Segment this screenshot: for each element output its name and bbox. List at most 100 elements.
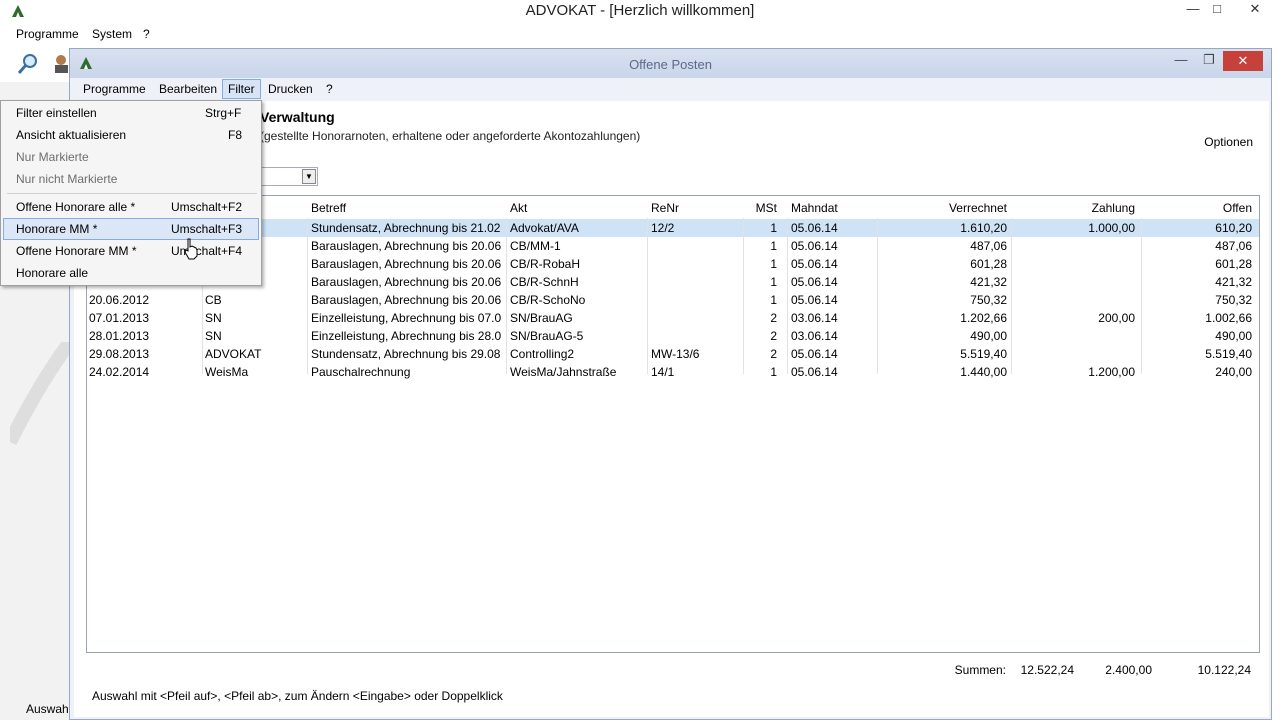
col-header-offen[interactable]: Offen <box>1147 199 1252 217</box>
cell-mahndat: 05.06.14 <box>791 221 838 235</box>
cell-mst: 2 <box>770 347 777 361</box>
table-row[interactable]: 07.01.2013 SN Einzelleistung, Abrechnung b… <box>87 309 1259 327</box>
cell-mahndat: 05.06.14 <box>791 257 838 271</box>
cell-mst: 2 <box>770 329 777 343</box>
cell-zahlung: 1.000,00 <box>1088 221 1135 235</box>
col-divider <box>1011 218 1012 374</box>
status-bar-text: Auswahl mit <Pfeil auf>, <Pfeil ab>, zum… <box>92 689 503 703</box>
cell-renr: 12/2 <box>651 221 675 235</box>
summary-row: Summen: 12.522,24 2.400,00 10.122,24 <box>86 661 1260 679</box>
col-divider <box>787 218 788 374</box>
search-icon[interactable] <box>16 52 40 76</box>
menu-filter[interactable]: Filter <box>222 79 261 99</box>
menu-item-nur-markierte: Nur Markierte <box>16 150 89 164</box>
cell-offen: 601,28 <box>1215 257 1252 271</box>
maximize-button[interactable]: □ <box>1202 0 1232 20</box>
main-title-bar: ADVOKAT - [Herzlich willkommen] — □ ✕ <box>0 0 1280 22</box>
cell-betreff: Barauslagen, Abrechnung bis 20.06 <box>311 275 502 289</box>
menu-item-offene-honorare-mm[interactable]: Offene Honorare MM * Umschalt+F4 <box>3 240 259 262</box>
cell-bearbeiter: SN <box>205 329 222 343</box>
menu-item-honorare-mm[interactable]: Honorare MM * Umschalt+F3 <box>3 218 259 240</box>
cell-akt: CB/MM-1 <box>510 239 561 253</box>
cell-mst: 1 <box>770 365 777 379</box>
cell-renr <box>651 255 741 273</box>
user-icon[interactable] <box>52 54 68 74</box>
table-row[interactable]: Barauslagen, Abrechnung bis 20.06 CB/MM-1… <box>87 237 1259 255</box>
cell-mst: 1 <box>770 275 777 289</box>
cell-zahlung: 1.200,00 <box>1088 365 1135 379</box>
table-row[interactable]: Barauslagen, Abrechnung bis 20.06 CB/R-Sc… <box>87 273 1259 291</box>
child-close-button[interactable]: ✕ <box>1223 51 1263 71</box>
cell-verrechnet: 1.610,20 <box>960 221 1007 235</box>
cell-mst: 1 <box>770 239 777 253</box>
child-window-title: Offene Posten <box>629 57 712 72</box>
cell-mst: 1 <box>770 221 777 235</box>
menu-help[interactable]: ? <box>321 79 338 99</box>
cell-betreff: Barauslagen, Abrechnung bis 20.06 <box>311 257 502 271</box>
table-row[interactable]: Barauslagen, Abrechnung bis 20.06 CB/R-Ro… <box>87 255 1259 273</box>
options-link[interactable]: Optionen <box>1204 135 1253 149</box>
summary-verrechnet: 12.522,24 <box>1020 663 1074 677</box>
menu-drucken[interactable]: Drucken <box>263 79 318 99</box>
cell-datum: 24.02.2014 <box>89 365 150 379</box>
cell-bearbeiter: CB <box>205 293 222 307</box>
cell-betreff: Stundensatz, Abrechnung bis 21.02 <box>311 221 501 235</box>
cell-mahndat: 05.06.14 <box>791 347 838 361</box>
menu-item-honorare-alle[interactable]: Honorare alle <box>3 262 259 284</box>
col-header-mst[interactable]: MSt <box>747 199 777 217</box>
cell-zahlung <box>1017 327 1135 345</box>
cell-verrechnet: 490,00 <box>970 329 1007 343</box>
menu-bearbeiten[interactable]: Bearbeiten <box>154 79 222 99</box>
table-row[interactable]: 29.08.2013 ADVOKAT Stundensatz, Abrechnung… <box>87 345 1259 363</box>
cell-renr: MW-13/6 <box>651 347 700 361</box>
chevron-down-icon[interactable]: ▼ <box>302 169 316 184</box>
col-header-mahndat[interactable]: Mahndat <box>791 199 871 217</box>
child-maximize-button[interactable]: ❐ <box>1196 51 1222 71</box>
main-menu-system[interactable]: System <box>92 27 132 41</box>
table-row[interactable]: 24.02.2014 WeisMa Pauschalrechnung WeisMa/J… <box>87 363 1259 381</box>
col-divider <box>877 218 878 374</box>
main-status-text: Auswah <box>26 702 69 716</box>
cell-mahndat: 05.06.14 <box>791 239 838 253</box>
cell-akt: WeisMa/Jahnstraße <box>510 365 617 379</box>
cell-offen: 490,00 <box>1215 329 1252 343</box>
cell-offen: 421,32 <box>1215 275 1252 289</box>
cell-mst: 2 <box>770 311 777 325</box>
table-row[interactable]: 28.01.2013 SN Einzelleistung, Abrechnung b… <box>87 327 1259 345</box>
cell-verrechnet: 487,06 <box>970 239 1007 253</box>
summary-offen: 10.122,24 <box>1197 663 1251 677</box>
close-button[interactable]: ✕ <box>1240 0 1270 20</box>
cell-zahlung <box>1017 273 1135 291</box>
cell-datum: 28.01.2013 <box>89 329 150 343</box>
menu-item-ansicht-aktualisieren[interactable]: Ansicht aktualisieren F8 <box>3 124 259 146</box>
col-header-akt[interactable]: Akt <box>510 199 640 217</box>
col-header-betreff[interactable]: Betreff <box>311 199 501 217</box>
menu-programme[interactable]: Programme <box>78 79 151 99</box>
cell-offen: 240,00 <box>1215 365 1252 379</box>
cell-mahndat: 05.06.14 <box>791 365 838 379</box>
col-divider <box>647 218 648 374</box>
menu-separator <box>7 193 257 194</box>
col-header-verrechnet[interactable]: Verrechnet <box>887 199 1007 217</box>
main-menu-programme[interactable]: Programme <box>16 27 79 41</box>
child-minimize-button[interactable]: — <box>1168 51 1194 71</box>
cell-zahlung <box>1017 237 1135 255</box>
col-header-renr[interactable]: ReNr <box>651 199 741 217</box>
main-menu-help[interactable]: ? <box>143 27 150 41</box>
cell-offen: 5.519,40 <box>1205 347 1252 361</box>
menu-item-filter-einstellen[interactable]: Filter einstellen Strg+F <box>3 102 259 124</box>
cell-betreff: Pauschalrechnung <box>311 365 411 379</box>
summary-zahlung: 2.400,00 <box>1105 663 1152 677</box>
col-divider <box>743 218 744 374</box>
cell-zahlung <box>1017 255 1135 273</box>
menu-item-offene-honorare-alle[interactable]: Offene Honorare alle * Umschalt+F2 <box>3 196 259 218</box>
filter-dropdown-menu: Filter einstellen Strg+F Ansicht aktuali… <box>0 100 262 286</box>
col-header-zahlung[interactable]: Zahlung <box>1017 199 1135 217</box>
cell-verrechnet: 1.440,00 <box>960 365 1007 379</box>
col-divider <box>506 218 507 374</box>
cell-renr <box>651 291 741 309</box>
cell-akt: SN/BrauAG <box>510 311 573 325</box>
filter-combo[interactable]: ▼ <box>260 167 318 186</box>
table-row[interactable]: Stundensatz, Abrechnung bis 21.02 Advokat… <box>87 219 1259 237</box>
table-row[interactable]: 20.06.2012 CB Barauslagen, Abrechnung bis … <box>87 291 1259 309</box>
